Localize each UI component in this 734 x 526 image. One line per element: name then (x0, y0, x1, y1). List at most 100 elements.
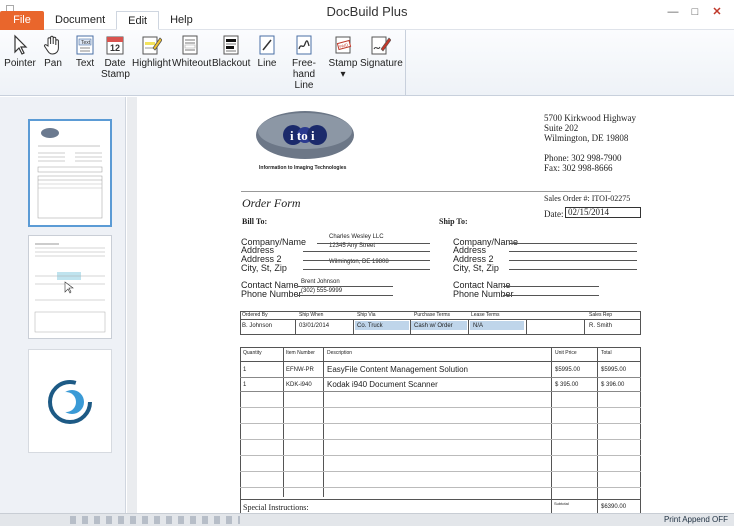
items-header: Description (327, 350, 353, 356)
items-header: Total (601, 350, 612, 356)
signature-icon (371, 36, 391, 55)
whiteout-tool[interactable]: Whiteout (172, 32, 211, 96)
form-title: Order Form (242, 196, 301, 210)
freehand-line-tool[interactable]: Free-hand Line (284, 32, 324, 96)
thumbnail-preview (34, 243, 106, 333)
ship-phone-label: Phone Number (453, 289, 514, 299)
company-address-line-2: Suite 202 (544, 123, 579, 133)
item-number[interactable]: KDK-i940 (286, 382, 312, 388)
order-col-divider (295, 319, 296, 335)
order-col-divider (353, 319, 354, 335)
order-header: Ship When (299, 312, 324, 318)
items-row-divider (240, 407, 641, 408)
date-field[interactable]: 02/15/2014 (565, 207, 641, 218)
signature-tool[interactable]: Signature (360, 32, 403, 96)
date-label: Date: (544, 209, 564, 219)
document-page: i to i Information to Imaging Technologi… (137, 97, 734, 513)
tab-file[interactable]: File (0, 11, 44, 30)
item-number[interactable]: EFNW-PR (286, 367, 314, 373)
items-col-divider (551, 347, 552, 513)
page-thumbnail-2[interactable] (28, 235, 112, 339)
pointer-icon (14, 34, 28, 55)
subtotal-value[interactable]: $6390.00 (601, 504, 626, 510)
highlight-tool[interactable]: Highlight (132, 32, 171, 96)
logo-tagline: Information to Imaging Technologies (259, 165, 347, 171)
order-header: Purchase Terms (414, 312, 451, 318)
company-phone: Phone: 302 998-7900 (544, 153, 622, 163)
item-total[interactable]: $5995.00 (601, 367, 626, 373)
order-header: Sales Rep (589, 312, 613, 318)
freehand-label: Free-hand Line (292, 58, 316, 91)
stamp-label: Stamp (328, 58, 358, 69)
bill-city-label: City, St, Zip (241, 263, 287, 273)
items-row-divider (240, 439, 641, 440)
freehand-icon (296, 35, 312, 55)
thumbnail-preview (48, 380, 92, 424)
bill-company-line (317, 243, 430, 244)
item-unit-price[interactable]: $5995.00 (555, 367, 580, 373)
order-value[interactable]: Co. Truck (357, 323, 383, 329)
text-tool[interactable]: Text Text (70, 32, 100, 96)
stamp-dropdown-arrow[interactable]: ▾ (328, 69, 358, 80)
page-thumbnail-1[interactable] (28, 119, 112, 227)
page-thumbnail-3[interactable] (28, 349, 112, 453)
tab-edit[interactable]: Edit (116, 11, 160, 30)
bill-contact-line (297, 286, 393, 287)
blackout-tool[interactable]: Blackout (212, 32, 250, 96)
company-fax: Fax: 302 998-8666 (544, 163, 613, 173)
item-description[interactable]: Kodak i940 Document Scanner (327, 380, 438, 389)
line-icon (259, 35, 275, 55)
tab-help[interactable]: Help (159, 11, 204, 30)
highlight-icon (142, 36, 162, 55)
bill-city-line (303, 269, 430, 270)
close-icon[interactable]: ✕ (706, 3, 728, 21)
items-row-divider (240, 391, 641, 392)
signature-label: Signature (360, 58, 403, 69)
date-stamp-label: Date Stamp (101, 58, 130, 80)
sales-order-number: Sales Order #: ITOI-02275 (544, 194, 631, 203)
items-col-divider (597, 347, 598, 513)
order-info-divider (240, 319, 641, 320)
bill-company-value[interactable]: Charles Wesley LLC (329, 234, 384, 240)
blackout-icon (223, 35, 239, 55)
order-value[interactable]: B. Johnson (242, 323, 272, 329)
date-stamp-tool[interactable]: 12 Date Stamp (101, 32, 130, 96)
ship-contact-line (503, 286, 599, 287)
item-quantity[interactable]: 1 (243, 367, 246, 373)
maximize-icon[interactable]: □ (684, 3, 706, 21)
item-total[interactable]: $ 396.00 (601, 382, 624, 388)
items-row-divider (240, 455, 641, 456)
order-value[interactable]: 03/01/2014 (299, 323, 329, 329)
order-value[interactable]: Cash w/ Order (414, 323, 453, 329)
item-unit-price[interactable]: $ 395.00 (555, 382, 578, 388)
bill-address-line (303, 251, 430, 252)
menu-tabs: File Document Edit Help (0, 11, 204, 30)
items-col-divider (283, 347, 284, 497)
minimize-icon[interactable]: — (662, 3, 684, 21)
order-value[interactable]: N/A (473, 323, 483, 329)
line-tool[interactable]: Line (254, 32, 280, 96)
order-header: Lease Terms (471, 312, 500, 318)
navigation-controls[interactable] (70, 516, 240, 524)
document-viewer[interactable]: i to i Information to Imaging Technologi… (127, 97, 734, 513)
order-value[interactable]: R. Smith (589, 323, 612, 329)
pointer-tool[interactable]: Pointer (4, 32, 36, 96)
order-col-divider (410, 319, 411, 335)
company-address-line-3: Wilmington, DE 19808 (544, 133, 629, 143)
pan-tool[interactable]: Pan (38, 32, 68, 96)
subtotal-label: Subtotal (554, 501, 569, 506)
ship-city-label: City, St, Zip (453, 263, 499, 273)
items-col-divider (323, 347, 324, 497)
stamp-tool[interactable]: PAID Stamp ▾ (328, 32, 358, 96)
bill-contact-value[interactable]: Brent Johnson (301, 279, 340, 285)
item-quantity[interactable]: 1 (243, 382, 246, 388)
pan-label: Pan (44, 58, 62, 69)
bill-phone-value[interactable]: (302) 555-9999 (301, 288, 342, 294)
status-bar: Print Append OFF (0, 513, 734, 526)
item-description[interactable]: EasyFile Content Management Solution (327, 365, 468, 374)
window-controls: — □ ✕ (662, 3, 728, 21)
ship-to-label: Ship To: (439, 217, 468, 226)
print-append-status[interactable]: Print Append OFF (664, 515, 728, 524)
tab-document[interactable]: Document (44, 11, 116, 30)
order-col-divider (526, 319, 527, 335)
